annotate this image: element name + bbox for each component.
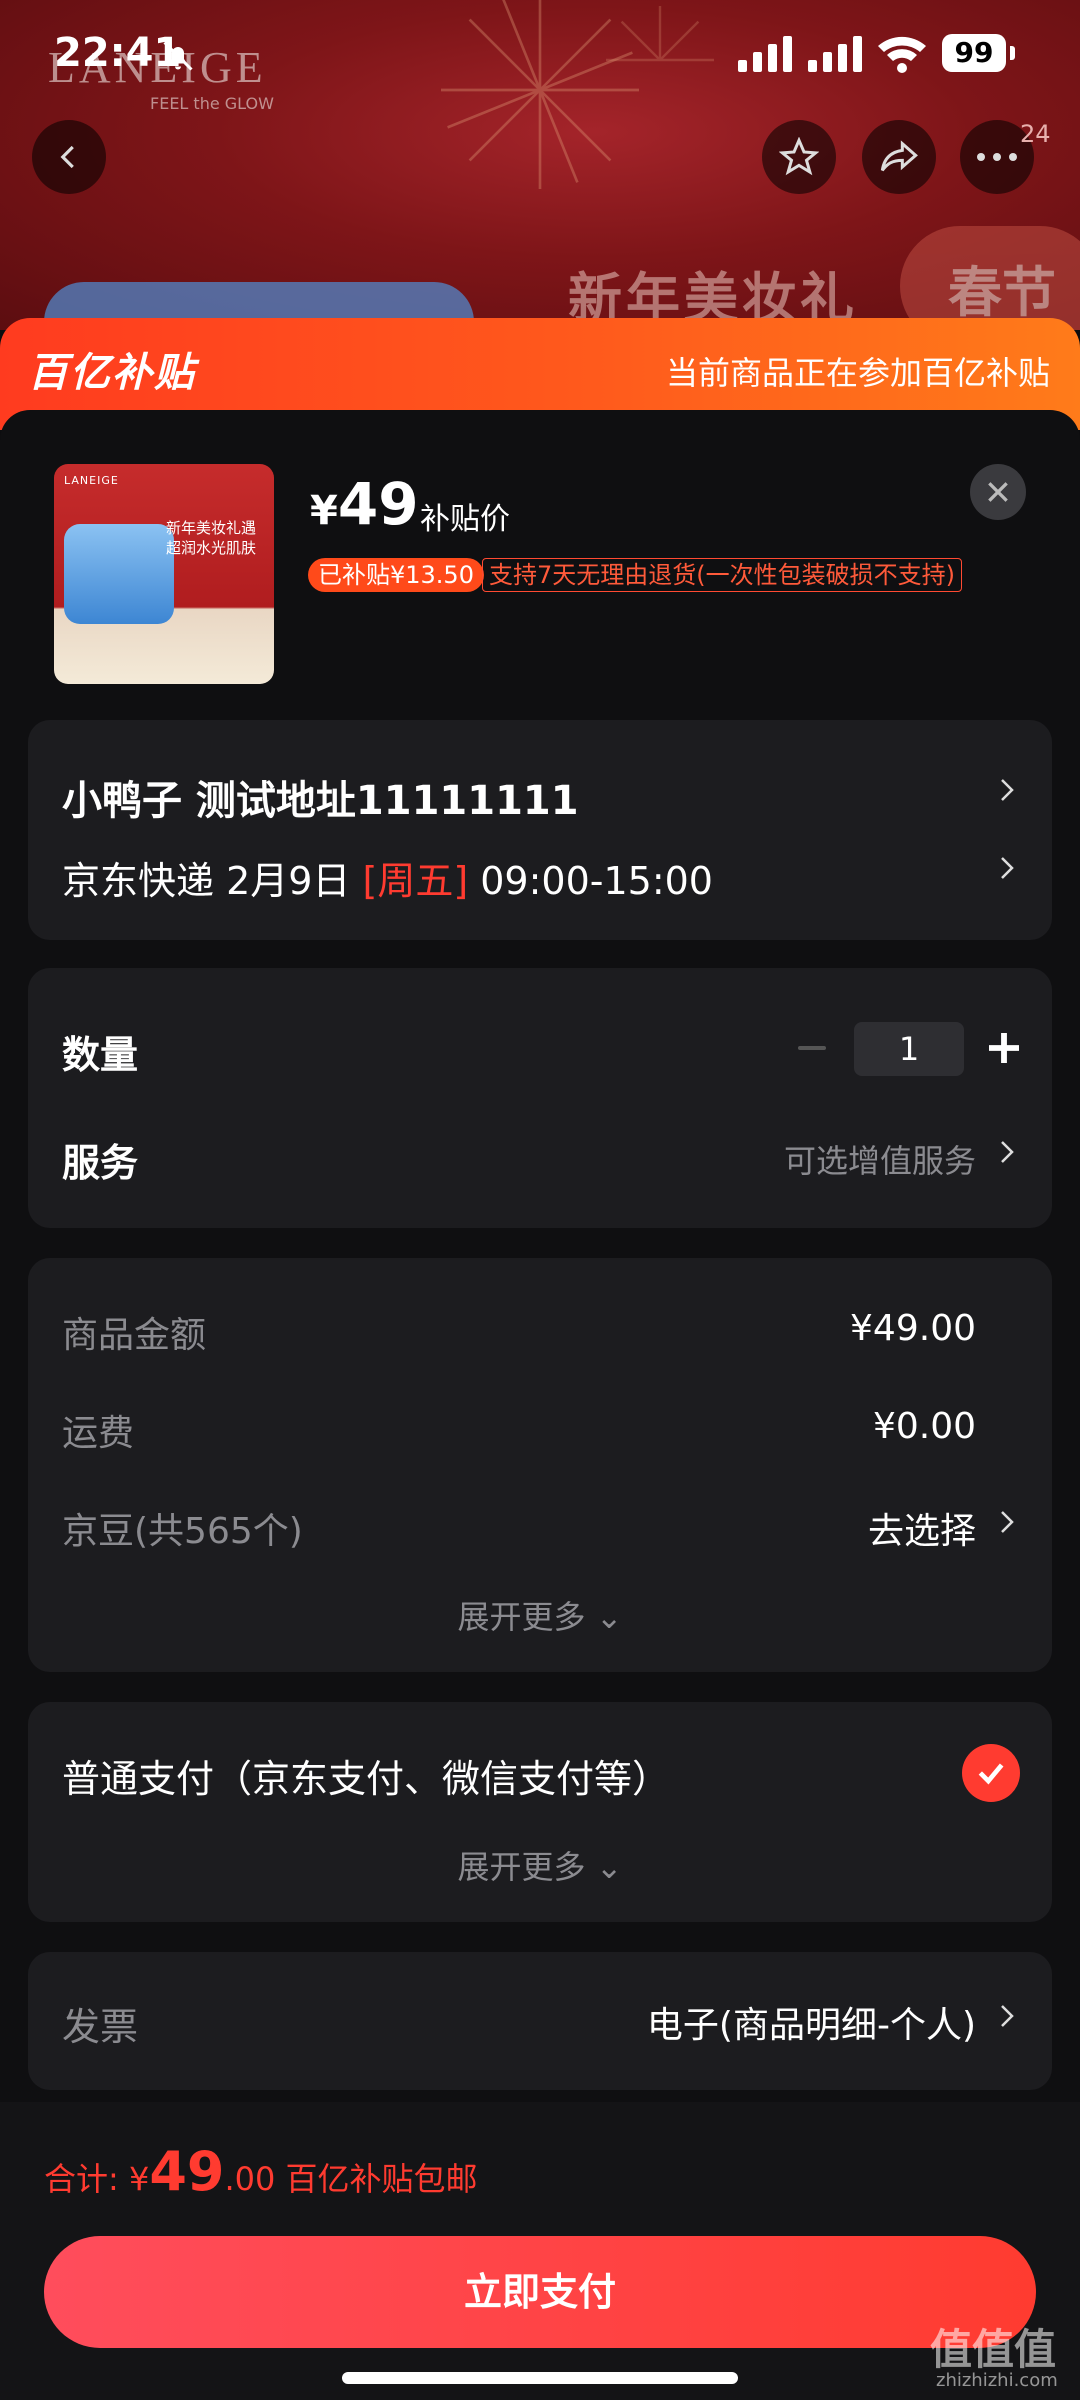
order-total: 合计: ¥49.00 百亿补贴包邮 <box>44 2140 478 2203</box>
invoice-card[interactable]: 发票 电子(商品明细-个人) <box>28 1952 1052 2090</box>
minus-icon[interactable] <box>798 1046 826 1050</box>
notification-badge: 24 <box>1020 120 1051 148</box>
service-selector[interactable]: 可选增值服务 <box>784 1136 976 1182</box>
share-icon <box>880 140 918 172</box>
bell-slash-icon <box>163 41 193 71</box>
battery-indicator: 99 <box>942 34 1006 72</box>
plus-icon[interactable] <box>984 1028 1024 1068</box>
quantity-label: 数量 <box>62 1033 139 1077</box>
recipient-address: 小鸭子 测试地址11111111 <box>62 778 579 824</box>
chevron-right-icon <box>1001 2005 1014 2027</box>
expand-more-button[interactable]: 展开更多 ⌄ <box>28 1592 1052 1638</box>
chevron-right-icon <box>1001 1141 1014 1163</box>
jingdou-label: 京豆(共565个) <box>62 1511 303 1552</box>
goods-amount-value: ¥49.00 <box>850 1308 976 1349</box>
invoice-label: 发票 <box>62 2005 139 2049</box>
watermark: 值值值 <box>930 2325 1057 2374</box>
goods-amount-label: 商品金额 <box>62 1315 207 1356</box>
more-icon <box>977 153 1017 161</box>
subsidy-badge: 已补贴¥13.50 <box>308 558 484 592</box>
address-card[interactable]: 小鸭子 测试地址11111111 京东快递 2月9日 [周五] 09:00-15… <box>28 720 1052 940</box>
options-card: 数量 1 服务 可选增值服务 <box>28 968 1052 1228</box>
price-label: 补贴价 <box>420 502 510 537</box>
favorite-button[interactable] <box>762 120 836 194</box>
status-bar: 22:41 99 <box>0 0 1080 110</box>
check-icon <box>978 1763 1004 1785</box>
amounts-card: 商品金额 ¥49.00 运费 ¥0.00 京豆(共565个) 去选择 展开更多 … <box>28 1258 1052 1672</box>
pay-now-button[interactable]: 立即支付 <box>44 2236 1036 2348</box>
back-button[interactable] <box>32 120 106 194</box>
shipping-label: 运费 <box>62 1413 135 1454</box>
checkout-bar: 合计: ¥49.00 百亿补贴包邮 立即支付 <box>0 2102 1080 2400</box>
jingdou-select[interactable]: 去选择 <box>868 1502 976 1554</box>
watermark-url: zhizhizhi.com <box>936 2370 1058 2391</box>
expand-more-button[interactable]: 展开更多 ⌄ <box>28 1842 1052 1888</box>
chevron-down-icon: ⌄ <box>595 1598 623 1636</box>
home-indicator[interactable] <box>342 2372 738 2384</box>
delivery-schedule[interactable]: 京东快递 2月9日 [周五] 09:00-15:00 <box>62 850 713 905</box>
chevron-right-icon <box>1001 1511 1014 1533</box>
cellular-signal-icon <box>738 36 792 72</box>
back-icon <box>60 145 74 169</box>
chevron-right-icon <box>1001 857 1014 879</box>
star-icon <box>779 137 819 176</box>
cellular-signal-icon <box>808 36 862 72</box>
battery-tip <box>1010 46 1015 60</box>
payment-card: 普通支付（京东支付、微信支付等） 展开更多 ⌄ <box>28 1702 1052 1922</box>
wifi-icon <box>878 36 926 73</box>
chevron-right-icon <box>1001 779 1014 801</box>
invoice-value[interactable]: 电子(商品明细-个人) <box>647 1996 976 2048</box>
chevron-down-icon: ⌄ <box>595 1848 623 1886</box>
shipping-value: ¥0.00 <box>872 1406 976 1447</box>
subsidy-note: 当前商品正在参加百亿补贴 <box>665 354 1050 392</box>
return-policy-badge: 支持7天无理由退货(一次性包装破损不支持) <box>482 558 962 592</box>
banner-tag: 春节 <box>900 226 1080 330</box>
payment-method[interactable]: 普通支付（京东支付、微信支付等） <box>62 1748 670 1803</box>
close-icon <box>988 482 1008 502</box>
subsidy-logo: 百亿补贴 <box>28 350 196 396</box>
share-button[interactable] <box>862 120 936 194</box>
service-label: 服务 <box>62 1141 139 1185</box>
payment-selected-check[interactable] <box>962 1744 1020 1802</box>
quantity-input[interactable]: 1 <box>854 1022 964 1076</box>
product-thumbnail: LANEIGE 新年美妆礼遇 超润水光肌肤 <box>54 464 274 684</box>
product-price: ¥49 <box>310 470 419 538</box>
close-button[interactable] <box>970 464 1026 520</box>
